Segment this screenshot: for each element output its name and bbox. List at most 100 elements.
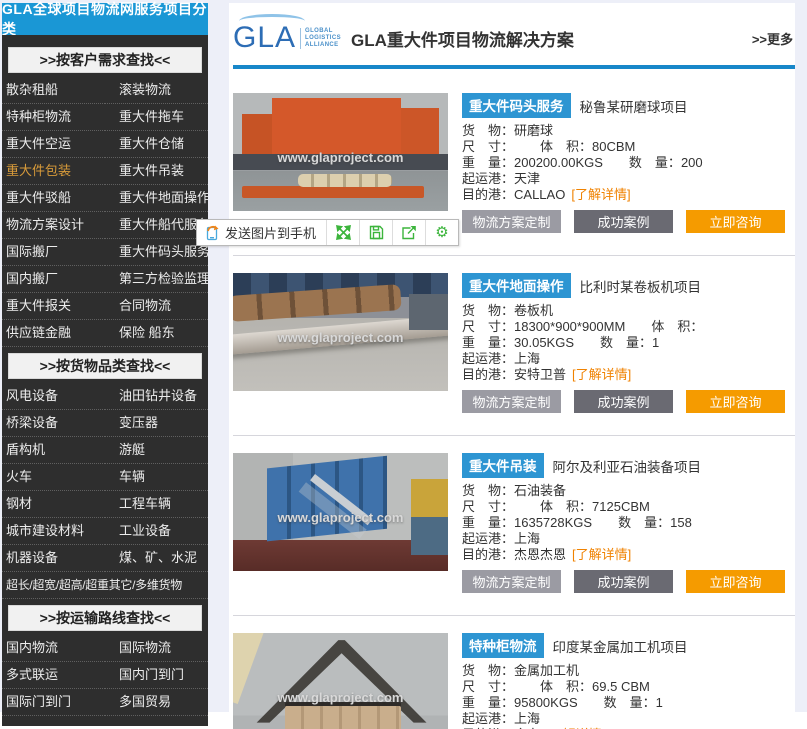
dest-value: 杰恩杰恩 <box>514 547 566 562</box>
project-photo[interactable]: www.glaproject.com <box>233 453 448 571</box>
sidebar-item[interactable]: 重大件拖车 <box>105 104 208 131</box>
project-photo[interactable]: www.glaproject.com <box>233 93 448 211</box>
detail-link[interactable]: [了解详情] <box>571 187 630 202</box>
project-card-list: www.glaproject.com 重大件码头服务 秘鲁某研磨球项目 货 物：… <box>233 69 795 729</box>
sidebar-item[interactable]: 滚装物流 <box>105 77 208 104</box>
photo-shape <box>242 186 425 198</box>
success-cases-button[interactable]: 成功案例 <box>574 390 673 413</box>
customize-plan-button[interactable]: 物流方案定制 <box>462 390 561 413</box>
project-card: www.glaproject.com 重大件码头服务 秘鲁某研磨球项目 货 物：… <box>233 93 795 233</box>
sidebar-item[interactable]: 火车 <box>2 464 105 491</box>
sidebar-item[interactable]: 油田钻井设备 <box>105 383 208 410</box>
sidebar-item[interactable]: 风电设备 <box>2 383 105 410</box>
sidebar-item[interactable]: 多式联运 <box>2 662 105 689</box>
success-cases-button[interactable]: 成功案例 <box>574 210 673 233</box>
sidebar-item[interactable]: 钢材 <box>2 491 105 518</box>
photo-watermark: www.glaproject.com <box>233 330 448 345</box>
consult-now-button[interactable]: 立即咨询 <box>686 390 785 413</box>
sidebar-item[interactable]: 国际物流 <box>105 635 208 662</box>
consult-now-button[interactable]: 立即咨询 <box>686 570 785 593</box>
detail-link[interactable]: [了解详情] <box>572 547 631 562</box>
dest-line: 目的港：杰恩杰恩[了解详情] <box>462 547 795 563</box>
sidebar-item[interactable]: 物流方案设计 <box>2 212 105 239</box>
sidebar-section-cargo-type: >>按货物品类查找<< 风电设备 油田钻井设备 桥梁设备 变压器 盾构机 游艇 <box>2 353 208 599</box>
save-image-button[interactable] <box>359 220 392 245</box>
sidebar-item[interactable]: 重大件驳船 <box>2 185 105 212</box>
sidebar-item[interactable]: 城市建设材料 <box>2 518 105 545</box>
weight-line: 重 量：200200.00KGS数 量：200 <box>462 155 795 171</box>
sidebar-item[interactable]: 重大件包装 <box>2 158 105 185</box>
save-icon <box>369 225 384 240</box>
share-image-button[interactable] <box>392 220 425 245</box>
expand-image-button[interactable] <box>326 220 359 245</box>
project-photo[interactable]: www.glaproject.com <box>233 633 448 729</box>
image-settings-button[interactable]: ⚙ <box>425 220 458 245</box>
detail-link[interactable]: [了解详情] <box>572 367 631 382</box>
cargo-label: 货 物： <box>462 663 514 678</box>
consult-now-button[interactable]: 立即咨询 <box>686 210 785 233</box>
cargo-value: 金属加工机 <box>514 663 579 678</box>
volume-label: 体 积： <box>540 139 592 154</box>
sidebar-item[interactable]: 工程车辆 <box>105 491 208 518</box>
card-divider <box>233 615 795 616</box>
success-cases-button[interactable]: 成功案例 <box>574 570 673 593</box>
sidebar-item[interactable]: 散杂租船 <box>2 77 105 104</box>
service-badge[interactable]: 重大件吊装 <box>462 453 544 478</box>
customize-plan-button[interactable]: 物流方案定制 <box>462 210 561 233</box>
sidebar-item[interactable]: 机器设备 <box>2 545 105 572</box>
cargo-value: 研磨球 <box>514 123 553 138</box>
sidebar-item[interactable]: 车辆 <box>105 464 208 491</box>
volume-label: 体 积： <box>540 499 592 514</box>
sidebar-item[interactable]: 国际搬厂 <box>2 239 105 266</box>
service-badge[interactable]: 重大件地面操作 <box>462 273 571 298</box>
sidebar-item[interactable]: 合同物流 <box>105 293 208 320</box>
photo-shape <box>272 98 401 157</box>
cargo-line: 货 物：研磨球 <box>462 123 795 139</box>
sidebar-item[interactable]: 特种柜物流 <box>2 104 105 131</box>
sidebar-item[interactable]: 重大件船代服务 <box>105 212 208 239</box>
sidebar-item[interactable]: 煤、矿、水泥 <box>105 545 208 572</box>
sidebar-item[interactable]: 重大件码头服务 <box>105 239 208 266</box>
origin-value: 天津 <box>514 171 540 186</box>
sidebar-item[interactable]: 盾构机 <box>2 437 105 464</box>
project-title[interactable]: 印度某金属加工机项目 <box>553 636 688 656</box>
project-title[interactable]: 比利时某卷板机项目 <box>580 276 702 296</box>
sidebar-item[interactable]: 保险 船东 <box>105 320 208 347</box>
sidebar-item[interactable]: 工业设备 <box>105 518 208 545</box>
sidebar-item[interactable]: 变压器 <box>105 410 208 437</box>
dest-value: 安特卫普 <box>514 367 566 382</box>
sidebar-item[interactable]: 第三方检验监理 <box>105 266 208 293</box>
sidebar-section-header: >>按客户需求查找<< <box>8 47 202 73</box>
sidebar-item[interactable]: 多国贸易 <box>105 689 208 716</box>
sidebar-item[interactable]: 国内搬厂 <box>2 266 105 293</box>
sidebar-item[interactable]: 重大件报关 <box>2 293 105 320</box>
send-to-phone-button[interactable]: 发送图片到手机 <box>197 220 326 245</box>
service-badge[interactable]: 特种柜物流 <box>462 633 544 658</box>
weight-label: 重 量： <box>462 335 514 350</box>
service-badge[interactable]: 重大件码头服务 <box>462 93 571 118</box>
sidebar-item[interactable]: 游艇 <box>105 437 208 464</box>
origin-value: 上海 <box>514 711 540 726</box>
sidebar-item[interactable]: 国内物流 <box>2 635 105 662</box>
sidebar-item[interactable]: 超长/超宽/超高/超重其它/多维货物 <box>2 572 208 599</box>
sidebar-item[interactable]: 重大件空运 <box>2 131 105 158</box>
project-photo[interactable]: www.glaproject.com <box>233 273 448 391</box>
origin-line: 起运港：上海 <box>462 531 795 547</box>
sidebar-item[interactable]: 桥梁设备 <box>2 410 105 437</box>
dest-value: CALLAO <box>514 187 565 202</box>
sidebar-items: 散杂租船 滚装物流 特种柜物流 重大件拖车 重大件空运 重大件仓储 重大件包装 <box>2 77 208 347</box>
more-link[interactable]: >>更多 <box>752 29 793 48</box>
phone-icon <box>205 224 220 241</box>
sidebar-item[interactable]: 重大件仓储 <box>105 131 208 158</box>
origin-value: 上海 <box>514 531 540 546</box>
sidebar-item[interactable]: 国际门到门 <box>2 689 105 716</box>
weight-label: 重 量： <box>462 515 514 530</box>
sidebar-item[interactable]: 重大件吊装 <box>105 158 208 185</box>
project-title[interactable]: 阿尔及利亚石油装备项目 <box>553 456 702 476</box>
customize-plan-button[interactable]: 物流方案定制 <box>462 570 561 593</box>
project-title[interactable]: 秘鲁某研磨球项目 <box>580 96 688 116</box>
cargo-value: 卷板机 <box>514 303 553 318</box>
sidebar-item[interactable]: 重大件地面操作 <box>105 185 208 212</box>
sidebar-item[interactable]: 供应链金融 <box>2 320 105 347</box>
sidebar-item[interactable]: 国内门到门 <box>105 662 208 689</box>
